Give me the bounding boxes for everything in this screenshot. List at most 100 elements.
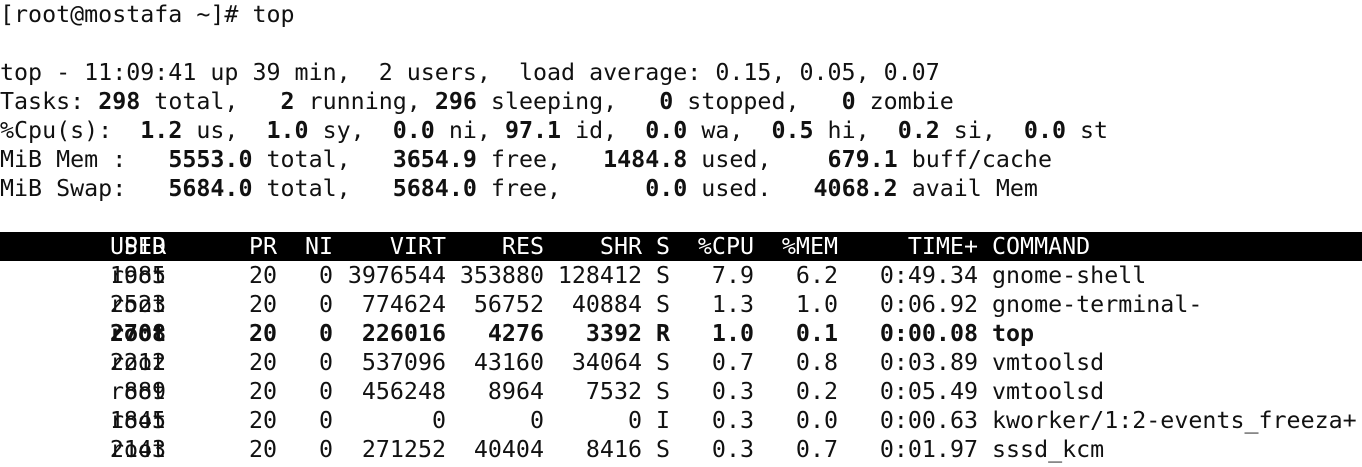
tasks-line: Tasks: 298 total, 2 running, 296 sleepin… (0, 87, 1362, 116)
cell-ni: 0 (318, 436, 333, 463)
cell-mem: 0.2 (795, 378, 838, 405)
cpu-sy: 1.0 (266, 117, 309, 144)
cell-pr: 20 (248, 436, 277, 463)
cell-time: 0:49.34 (879, 262, 978, 289)
cell-pr: 20 (248, 407, 277, 434)
mem-cache: 679.1 (827, 146, 898, 173)
cell-ni: 0 (318, 291, 333, 318)
cpu-st-label: st (1066, 117, 1109, 144)
cell-cpu: 1.3 (711, 291, 754, 318)
cell-pr: 20 (248, 262, 277, 289)
cell-time: 0:00.63 (879, 407, 978, 434)
cell-virt: 774624 (361, 291, 446, 318)
cell-virt: 537096 (361, 349, 446, 376)
cell-state: I (656, 407, 671, 434)
cpu-id: 97.1 (504, 117, 562, 144)
cpu-ni: 0.0 (392, 117, 435, 144)
mem-cache-label: buff/cache (897, 146, 1052, 173)
cpu-st: 0.0 (1023, 117, 1066, 144)
shell-prompt: [root@mostafa ~]# top (0, 1, 295, 28)
cell-cpu: 0.3 (711, 378, 754, 405)
swap-free: 5684.0 (392, 175, 477, 202)
tasks-running-label: running, (294, 88, 435, 115)
cell-time: 0:03.89 (879, 349, 978, 376)
cell-res: 56752 (473, 291, 544, 318)
cell-time: 0:01.97 (879, 436, 978, 463)
cell-res: 40404 (473, 436, 544, 463)
swap-avail: 4068.2 (813, 175, 898, 202)
cell-virt: 3976544 (347, 262, 446, 289)
cell-state: R (656, 320, 671, 347)
cpu-line: %Cpu(s): 1.2 us, 1.0 sy, 0.0 ni, 97.1 id… (0, 116, 1362, 145)
cell-shr: 7532 (585, 378, 642, 405)
tasks-total: 298 (98, 88, 141, 115)
cpu-hi-label: hi, (813, 117, 898, 144)
header-ni: NI (304, 233, 333, 260)
cell-res: 8964 (487, 378, 544, 405)
cell-user: root (110, 378, 167, 405)
cell-virt: 226016 (361, 320, 446, 347)
cell-ni: 0 (318, 349, 333, 376)
swap-used-label: used. (687, 175, 814, 202)
cell-virt: 271252 (361, 436, 446, 463)
uptime-load-line: top - 11:09:41 up 39 min, 2 users, load … (0, 59, 940, 86)
cell-mem: 0.0 (795, 407, 838, 434)
cell-res: 43160 (473, 349, 544, 376)
cpu-sy-label: sy, (308, 117, 393, 144)
cell-time: 0:00.08 (879, 320, 978, 347)
tasks-stopped-label: stopped, (673, 88, 842, 115)
cell-cpu: 1.0 (711, 320, 754, 347)
tasks-total-label: total, (140, 88, 281, 115)
cell-command: vmtoolsd (992, 378, 1105, 405)
cell-user: root (110, 262, 167, 289)
cell-command: gnome-shell (992, 262, 1147, 289)
cell-shr: 40884 (571, 291, 642, 318)
cell-pr: 20 (248, 349, 277, 376)
cell-shr: 34064 (571, 349, 642, 376)
cell-state: S (656, 349, 671, 376)
cell-cpu: 7.9 (711, 262, 754, 289)
terminal-window[interactable]: [root@mostafa ~]# top top - 11:09:41 up … (0, 0, 1362, 464)
swap-label: MiB Swap: (0, 175, 169, 202)
swap-used: 0.0 (645, 175, 688, 202)
cell-pr: 20 (248, 320, 277, 347)
cell-command: kworker/1:2-events_freeza+ (992, 407, 1357, 434)
cpu-us-label: us, (182, 117, 267, 144)
cell-user: root (110, 320, 167, 347)
cpu-ni-label: ni, (434, 117, 505, 144)
cell-command: gnome-terminal- (992, 291, 1203, 318)
cpu-id-label: id, (561, 117, 646, 144)
header-command: COMMAND (992, 233, 1091, 260)
table-row: 1845 root 20 0 0 0 0 I 0.3 0.0 0:00.63 k… (0, 406, 1362, 435)
cell-time: 0:05.49 (879, 378, 978, 405)
cell-mem: 0.8 (795, 349, 838, 376)
header-virt: VIRT (389, 233, 446, 260)
mem-total: 5553.0 (168, 146, 253, 173)
cell-command: sssd_kcm (992, 436, 1105, 463)
cell-state: S (656, 378, 671, 405)
cpu-si: 0.2 (897, 117, 940, 144)
cell-virt: 456248 (361, 378, 446, 405)
header-pr: PR (248, 233, 277, 260)
cell-cpu: 0.3 (711, 407, 754, 434)
cpu-us: 1.2 (140, 117, 183, 144)
table-row: 2523 root 20 0 774624 56752 40884 S 1.3 … (0, 290, 1362, 319)
cpu-wa-label: wa, (687, 117, 772, 144)
cell-mem: 1.0 (795, 291, 838, 318)
cell-user: root (110, 291, 167, 318)
tasks-sleeping-label: sleeping, (476, 88, 660, 115)
cell-shr: 128412 (557, 262, 642, 289)
cell-shr: 3392 (585, 320, 642, 347)
mem-free: 3654.9 (392, 146, 477, 173)
mem-free-label: free, (476, 146, 604, 173)
cell-res: 4276 (487, 320, 544, 347)
header-cpu: %CPU (697, 233, 754, 260)
cell-shr: 8416 (585, 436, 642, 463)
swap-line: MiB Swap: 5684.0 total, 5684.0 free, 0.0… (0, 174, 1362, 203)
cell-state: S (656, 262, 671, 289)
cell-user: root (110, 407, 167, 434)
tasks-sleeping: 296 (434, 88, 477, 115)
cell-time: 0:06.92 (879, 291, 978, 318)
cell-res: 0 (529, 407, 544, 434)
